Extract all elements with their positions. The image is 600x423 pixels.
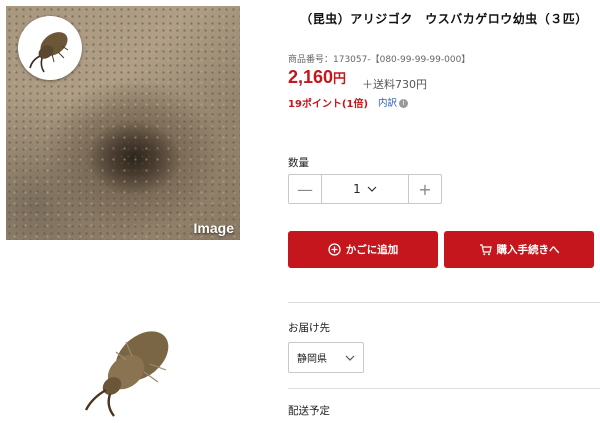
delivery-schedule-label: 配送予定 [288,405,330,417]
plus-circle-icon [328,243,341,256]
price-unit: 円 [333,71,347,86]
product-title: （昆虫）アリジゴク ウスバカゲロウ幼虫（３匹） [300,12,588,26]
chevron-down-icon [345,355,355,361]
quantity-increase-button[interactable]: + [408,175,441,203]
add-to-cart-button[interactable]: かごに追加 [288,231,438,268]
chevron-down-icon [367,186,377,192]
cart-icon [479,243,492,255]
prefecture-value: 静岡県 [297,354,327,365]
quantity-label: 数量 [288,157,309,169]
product-sku: 商品番号：173057-【080-99-99-99-000】 [288,55,471,65]
shipping-fee: ＋送料730円 [362,78,427,91]
minus-icon: — [297,179,313,199]
points-breakdown-link[interactable]: 内訳 i [378,95,409,109]
reward-points: 19ポイント(1倍) [288,99,369,110]
add-to-cart-label: かごに追加 [345,244,399,256]
quantity-stepper: — 1 + [288,174,442,204]
larva-inset-image [18,16,82,80]
breakdown-label: 内訳 [378,98,398,109]
checkout-label: 購入手続きへ [496,244,560,256]
checkout-button[interactable]: 購入手続きへ [444,231,594,268]
divider [288,302,600,303]
quantity-select[interactable]: 1 [322,175,408,203]
divider [288,388,600,389]
product-main-image[interactable]: Image [6,6,240,240]
info-icon: i [399,99,409,108]
plus-icon: + [418,179,432,199]
prefecture-select[interactable]: 静岡県 [288,342,364,373]
product-price: 2,160円 [288,67,346,88]
delivery-destination-label: お届け先 [288,322,330,334]
quantity-decrease-button[interactable]: — [289,175,322,203]
quantity-value: 1 [353,182,361,196]
image-label: Image [193,220,234,236]
price-value: 2,160 [288,67,334,87]
product-thumbnail-larva[interactable] [66,312,196,419]
